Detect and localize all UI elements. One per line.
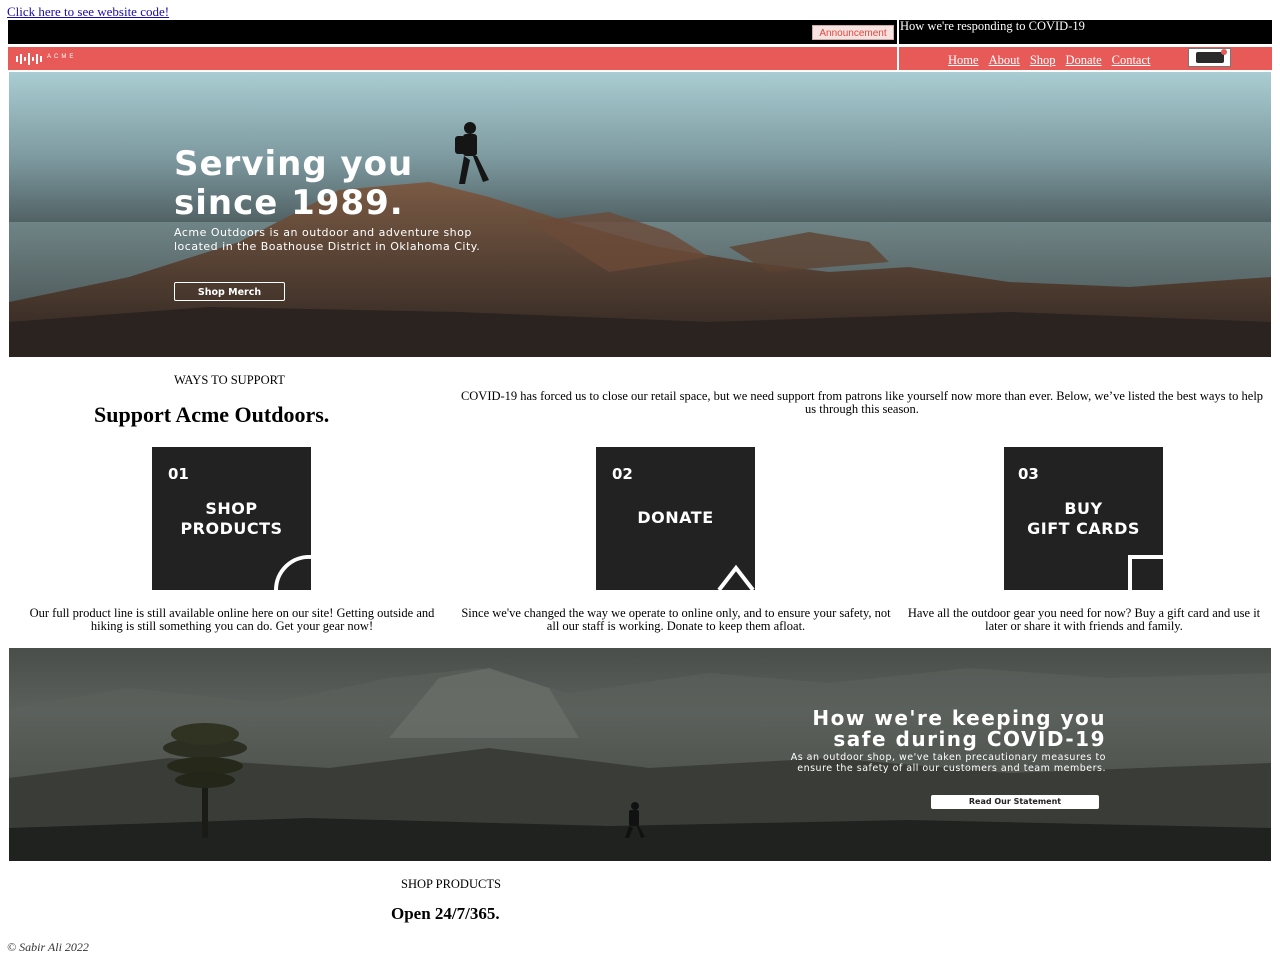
triangle-icon (717, 564, 755, 590)
card-title-line2: GIFT CARDS (1027, 519, 1140, 538)
card-title: BUY GIFT CARDS (1004, 499, 1163, 539)
card-title-line1: BUY (1064, 499, 1103, 518)
hero-title-line1: Serving you (174, 144, 414, 184)
card-title-line1: DONATE (637, 508, 714, 527)
card-title-line2: PRODUCTS (180, 519, 283, 538)
hero-title-line2: since 1989. (174, 183, 404, 223)
shop-products-label: SHOP PRODUCTS (401, 877, 501, 891)
ways-to-support-label: WAYS TO SUPPORT (174, 373, 285, 387)
nav-home[interactable]: Home (948, 53, 979, 68)
card-number: 03 (1018, 465, 1039, 483)
gift-cards-card[interactable]: 03 BUY GIFT CARDS (1004, 447, 1163, 590)
card-title-line1: SHOP (205, 499, 258, 518)
read-statement-button[interactable]: Read Our Statement (931, 795, 1099, 809)
covid-description: As an outdoor shop, we've taken precauti… (790, 752, 1106, 774)
nav-donate[interactable]: Donate (1066, 53, 1102, 68)
quarter-circle-icon (274, 555, 311, 590)
open-hours-title: Open 24/7/365. (391, 904, 500, 923)
nav-shop[interactable]: Shop (1030, 53, 1056, 68)
donate-card[interactable]: 02 DONATE (596, 447, 755, 590)
main-nav: Home About Shop Donate Contact (948, 53, 1151, 68)
support-title: Support Acme Outdoors. (94, 402, 330, 427)
shop-products-card[interactable]: 01 SHOP PRODUCTS (152, 447, 311, 590)
nav-contact[interactable]: Contact (1112, 53, 1151, 68)
header-divider (897, 20, 899, 70)
logo-text[interactable]: ACME (47, 54, 76, 60)
header-bar (8, 47, 897, 70)
footer-copyright: © Sabir Ali 2022 (7, 940, 89, 954)
shop-merch-button[interactable]: Shop Merch (174, 282, 285, 301)
card-number: 02 (612, 465, 633, 483)
cart-icon (1195, 49, 1227, 63)
announcement-button[interactable]: Announcement (812, 25, 894, 40)
gift-cards-description: Have all the outdoor gear you need for n… (907, 606, 1261, 633)
covid-title-line1: How we're keeping you (812, 706, 1106, 730)
covid-title: How we're keeping you safe during COVID-… (700, 708, 1106, 750)
donate-description: Since we've changed the way we operate t… (461, 606, 891, 633)
covid-title-line2: safe during COVID-19 (833, 727, 1106, 751)
hero-description: Acme Outdoors is an outdoor and adventur… (174, 226, 481, 253)
announcement-bar (8, 20, 897, 44)
cart-button[interactable] (1188, 48, 1231, 67)
card-title: SHOP PRODUCTS (152, 499, 311, 539)
shop-products-description: Our full product line is still available… (29, 606, 435, 633)
see-code-link[interactable]: Click here to see website code! (7, 4, 169, 20)
nav-about[interactable]: About (989, 53, 1020, 68)
covid-notice-text[interactable]: How we're responding to COVID-19 (900, 19, 1085, 34)
square-icon (1128, 555, 1163, 590)
card-number: 01 (168, 465, 189, 483)
hero-title: Serving you since 1989. (174, 145, 413, 223)
logo-icon[interactable] (16, 53, 42, 65)
card-title: DONATE (596, 508, 755, 528)
support-description: COVID-19 has forced us to close our reta… (460, 389, 1264, 416)
